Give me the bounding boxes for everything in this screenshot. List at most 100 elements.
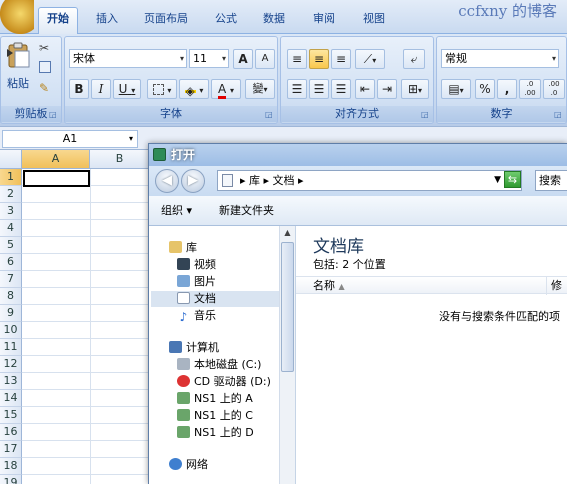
scroll-up-icon[interactable]: ▲ (281, 226, 294, 240)
dialog-launcher-icon[interactable]: ◲ (554, 110, 564, 120)
align-top-icon[interactable]: ≡ (287, 49, 307, 69)
tab-formulas[interactable]: 公式 (208, 8, 244, 32)
tab-review[interactable]: 审阅 (306, 8, 342, 32)
copy-icon[interactable] (39, 61, 51, 73)
fill-color-button[interactable]: ◈ ▾ (179, 79, 209, 99)
library-subtitle[interactable]: 包括: 2 个位置 (313, 256, 386, 272)
nav-item-ns1-d[interactable]: NS1 上的 D (177, 425, 254, 441)
back-arrow-icon[interactable]: ◀ (155, 169, 179, 193)
phonetic-button[interactable]: 變▾ (245, 79, 275, 99)
clipboard-group: 粘贴 ✂ ✎ 剪贴板 ◲ (0, 36, 62, 124)
font-color-button[interactable]: A ▾ (211, 79, 241, 99)
tab-view[interactable]: 视图 (356, 8, 392, 32)
nav-item-ns1-a[interactable]: NS1 上的 A (177, 391, 253, 407)
nav-item-local-disk[interactable]: 本地磁盘 (C:) (177, 357, 261, 373)
cut-icon[interactable]: ✂ (39, 41, 49, 55)
comma-button[interactable]: , (497, 79, 517, 99)
column-header-a[interactable]: A (22, 150, 90, 169)
orientation-button[interactable]: ⟋▾ (355, 49, 385, 69)
align-right-icon[interactable]: ☰ (331, 79, 351, 99)
align-middle-icon[interactable]: ≡ (309, 49, 329, 69)
row-header[interactable]: 8 (0, 288, 22, 305)
organize-button[interactable]: 组织 ▾ (161, 196, 192, 226)
nav-item-cd-drive[interactable]: CD 驱动器 (D:) (177, 374, 271, 390)
row-header[interactable]: 1 (0, 169, 22, 186)
decrease-indent-icon[interactable]: ⇤ (355, 79, 375, 99)
increase-indent-icon[interactable]: ⇥ (377, 79, 397, 99)
decrease-decimal-button[interactable]: .00 .0 (543, 79, 565, 99)
nav-item-computer[interactable]: 计算机 (169, 340, 219, 356)
row-gridline (22, 338, 150, 339)
active-cell-a1[interactable] (23, 170, 90, 187)
row-header[interactable]: 15 (0, 407, 22, 424)
nav-item-music[interactable]: ♪ 音乐 (177, 308, 216, 324)
office-button[interactable] (0, 0, 34, 34)
dialog-launcher-icon[interactable]: ◲ (265, 110, 275, 120)
scroll-thumb[interactable] (281, 242, 294, 372)
select-all-corner[interactable] (0, 150, 22, 169)
row-header[interactable]: 6 (0, 254, 22, 271)
increase-decimal-button[interactable]: .0 .00 (519, 79, 541, 99)
wrap-text-icon[interactable]: ⤶ (403, 49, 425, 69)
tab-insert[interactable]: 插入 (88, 8, 126, 32)
dialog-launcher-icon[interactable]: ◲ (421, 110, 431, 120)
shrink-font-button[interactable]: A (255, 49, 275, 69)
computer-icon (169, 341, 182, 353)
nav-item-ns1-c[interactable]: NS1 上的 C (177, 408, 253, 424)
underline-button[interactable]: U ▾ (113, 79, 141, 99)
column-header-b[interactable]: B (90, 150, 150, 169)
hard-disk-icon (177, 358, 190, 370)
nav-item-libraries[interactable]: 库 (169, 240, 197, 256)
column-header-name[interactable]: 名称 ▲ (313, 277, 345, 296)
row-header[interactable]: 18 (0, 458, 22, 475)
address-bar[interactable]: ▸ 库 ▸ 文档 ▸ ▼ (217, 170, 522, 191)
row-header[interactable]: 19 (0, 475, 22, 484)
row-header[interactable]: 10 (0, 322, 22, 339)
font-size-combo[interactable]: 11 ▾ (189, 49, 229, 68)
format-painter-icon[interactable]: ✎ (39, 81, 49, 95)
tab-page-layout[interactable]: 页面布局 (138, 8, 194, 32)
paste-icon[interactable] (5, 41, 33, 69)
tab-home[interactable]: 开始 (38, 7, 78, 34)
nav-scrollbar[interactable]: ▲ (279, 226, 295, 484)
chevron-down-icon: ▾ (199, 86, 204, 95)
merge-center-button[interactable]: ⊞▾ (401, 79, 429, 99)
new-folder-button[interactable]: 新建文件夹 (219, 196, 274, 226)
column-header-modified[interactable]: 修 (546, 277, 562, 295)
currency-button[interactable]: ▤▾ (441, 79, 471, 99)
name-box[interactable]: A1 ▾ (2, 130, 138, 148)
row-header[interactable]: 16 (0, 424, 22, 441)
forward-arrow-icon[interactable]: ▶ (181, 169, 205, 193)
refresh-icon[interactable]: ⇆ (504, 171, 521, 188)
italic-button[interactable]: I (91, 79, 111, 99)
row-header[interactable]: 7 (0, 271, 22, 288)
cd-drive-icon (177, 375, 190, 387)
row-header[interactable]: 11 (0, 339, 22, 356)
row-header[interactable]: 17 (0, 441, 22, 458)
bold-button[interactable]: B (69, 79, 89, 99)
nav-item-videos[interactable]: 视频 (177, 257, 216, 273)
row-header[interactable]: 13 (0, 373, 22, 390)
number-format-combo[interactable]: 常规 ▾ (441, 49, 559, 68)
tab-data[interactable]: 数据 (256, 8, 292, 32)
font-name-combo[interactable]: 宋体 ▾ (69, 49, 187, 68)
row-header[interactable]: 2 (0, 186, 22, 203)
borders-button[interactable]: ▾ (147, 79, 177, 99)
row-header[interactable]: 9 (0, 305, 22, 322)
search-input[interactable]: 搜索 (535, 170, 567, 191)
row-header[interactable]: 5 (0, 237, 22, 254)
nav-item-pictures[interactable]: 图片 (177, 274, 216, 290)
paste-button[interactable]: 粘贴 (7, 75, 29, 91)
dialog-launcher-icon[interactable]: ◲ (49, 110, 59, 120)
row-header[interactable]: 3 (0, 203, 22, 220)
row-header[interactable]: 14 (0, 390, 22, 407)
grow-font-button[interactable]: A (233, 49, 253, 69)
nav-item-network[interactable]: 网络 (169, 457, 208, 473)
align-center-icon[interactable]: ☰ (309, 79, 329, 99)
nav-item-documents[interactable]: 文档 (151, 291, 279, 307)
row-header[interactable]: 12 (0, 356, 22, 373)
align-left-icon[interactable]: ☰ (287, 79, 307, 99)
row-header[interactable]: 4 (0, 220, 22, 237)
percent-button[interactable]: % (475, 79, 495, 99)
align-bottom-icon[interactable]: ≡ (331, 49, 351, 69)
